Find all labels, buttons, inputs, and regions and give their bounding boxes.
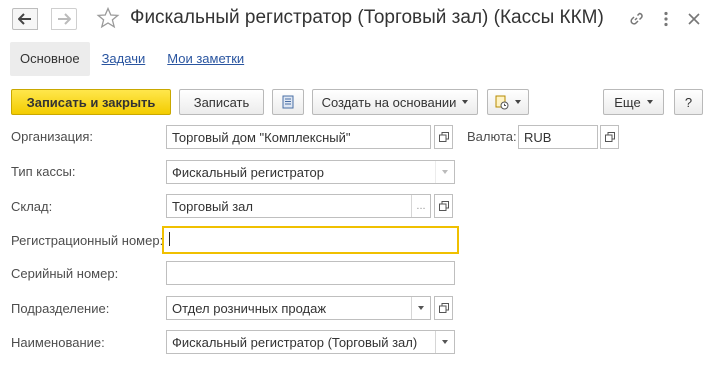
cash-type-value: Фискальный регистратор <box>172 165 324 180</box>
save-button[interactable]: Записать <box>179 89 264 115</box>
open-form-icon <box>438 132 449 142</box>
close-icon <box>688 13 700 25</box>
favorite-button[interactable] <box>96 6 120 30</box>
cash-type-field[interactable]: Фискальный регистратор <box>166 160 455 184</box>
create-based-on-label: Создать на основании <box>321 94 457 110</box>
save-and-close-button[interactable]: Записать и закрыть <box>11 89 171 115</box>
warehouse-open-button[interactable] <box>434 194 453 218</box>
document-list-icon <box>282 95 294 109</box>
more-actions-button[interactable] <box>656 9 676 29</box>
name-field[interactable]: Фискальный регистратор (Торговый зал) <box>166 330 455 354</box>
currency-value: RUB <box>524 130 552 145</box>
tab-bar: Основное Задачи Мои заметки <box>10 42 254 76</box>
department-open-button[interactable] <box>434 296 453 320</box>
organization-field[interactable]: Торговый дом "Комплексный" <box>166 125 431 149</box>
open-form-icon <box>438 201 449 211</box>
arrow-left-icon <box>18 13 31 25</box>
chevron-down-icon <box>418 306 424 310</box>
document-clock-icon <box>495 95 509 109</box>
currency-field[interactable]: RUB <box>518 125 598 149</box>
department-label: Подразделение: <box>11 301 110 316</box>
chevron-down-icon <box>646 100 653 104</box>
chevron-down-icon <box>515 100 521 104</box>
chevron-down-icon <box>462 100 469 104</box>
tab-tasks[interactable]: Задачи <box>92 42 156 76</box>
link-icon <box>630 12 643 25</box>
open-form-icon <box>604 132 615 142</box>
tab-main[interactable]: Основное <box>10 42 90 76</box>
name-dropdown-button[interactable] <box>435 331 454 353</box>
open-form-icon <box>438 303 449 313</box>
chevron-down-icon <box>442 170 448 174</box>
serial-number-label: Серийный номер: <box>11 266 119 281</box>
title-bar: Фискальный регистратор (Торговый зал) (К… <box>0 0 722 38</box>
forward-button[interactable] <box>51 8 77 30</box>
back-button[interactable] <box>12 8 38 30</box>
arrow-right-icon <box>58 13 71 25</box>
department-dropdown-button[interactable] <box>411 297 430 319</box>
warehouse-value: Торговый зал <box>172 199 253 214</box>
organization-label: Организация: <box>11 129 94 144</box>
form-title: Фискальный регистратор (Торговый зал) (К… <box>130 7 604 28</box>
cash-type-dropdown-button[interactable] <box>435 161 454 183</box>
currency-open-button[interactable] <box>600 125 619 149</box>
currency-label: Валюта: <box>467 129 517 144</box>
more-button[interactable]: Еще <box>603 89 664 115</box>
serial-number-input[interactable] <box>166 261 455 285</box>
warehouse-field[interactable]: Торговый зал ... <box>166 194 431 218</box>
name-label: Наименование: <box>11 335 105 350</box>
close-button[interactable] <box>684 9 704 29</box>
tab-notes[interactable]: Мои заметки <box>157 42 254 76</box>
department-value: Отдел розничных продаж <box>172 301 327 316</box>
reg-number-label: Регистрационный номер: <box>11 233 164 248</box>
text-cursor <box>169 232 170 246</box>
cash-type-label: Тип кассы: <box>11 164 76 179</box>
link-button[interactable] <box>626 9 646 29</box>
attachments-button[interactable] <box>487 89 529 115</box>
command-bar: Записать и закрыть Записать Создать на о… <box>0 89 722 115</box>
organization-open-button[interactable] <box>434 125 453 149</box>
help-button[interactable]: ? <box>674 89 703 115</box>
organization-value: Торговый дом "Комплексный" <box>172 130 351 145</box>
department-field[interactable]: Отдел розничных продаж <box>166 296 431 320</box>
chevron-down-icon <box>442 340 448 344</box>
create-based-on-button[interactable]: Создать на основании <box>312 89 478 115</box>
name-value: Фискальный регистратор (Торговый зал) <box>172 335 418 350</box>
warehouse-select-button[interactable]: ... <box>411 195 430 217</box>
reg-number-input[interactable] <box>162 226 459 254</box>
more-label: Еще <box>614 94 641 110</box>
warehouse-label: Склад: <box>11 199 53 214</box>
star-icon <box>96 6 120 29</box>
print-button[interactable] <box>272 89 304 115</box>
more-vertical-icon <box>664 11 668 27</box>
